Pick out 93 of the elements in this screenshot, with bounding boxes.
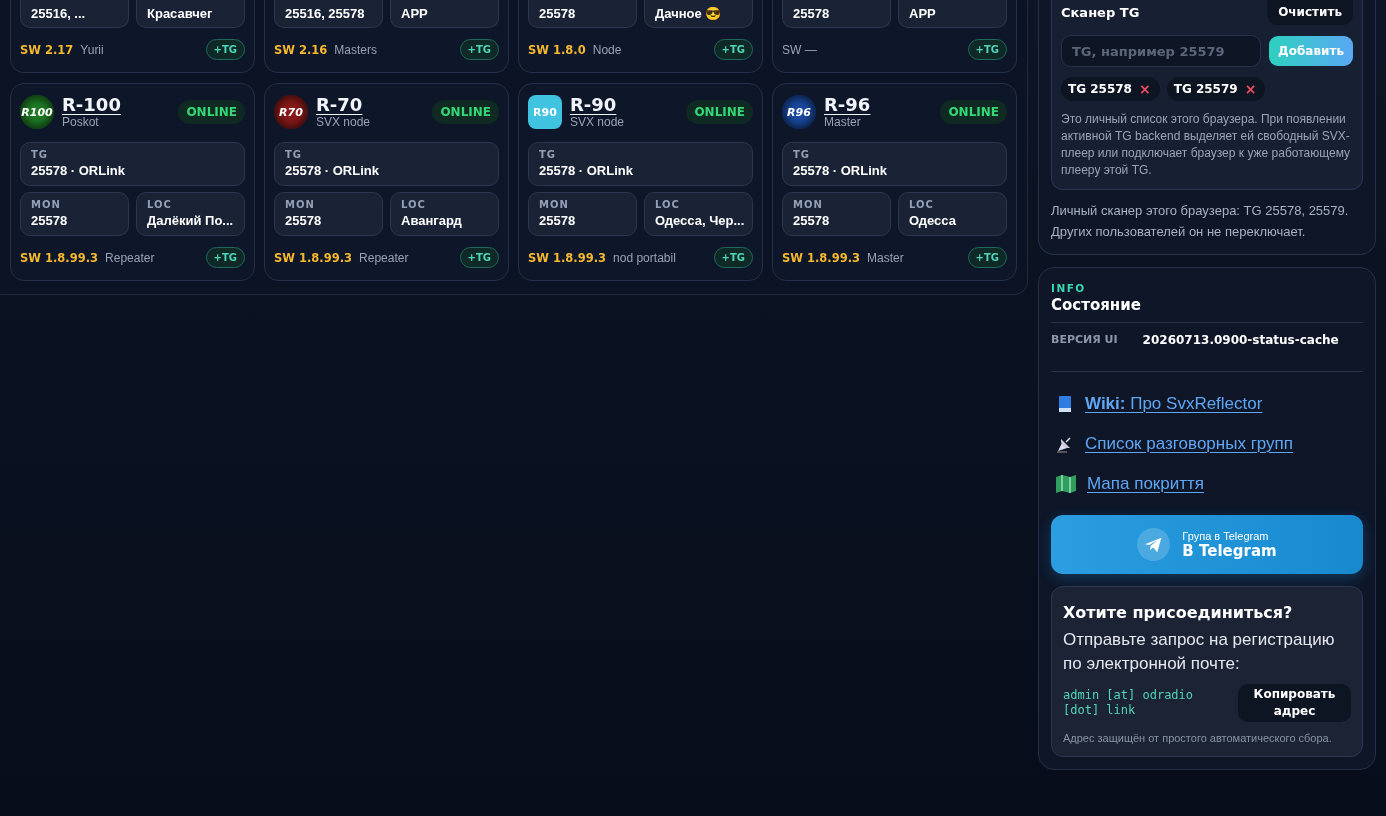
chip-label: TG 25578 [1068,82,1132,96]
add-tg-button[interactable]: +TG [459,39,499,60]
status-badge: ONLINE [940,100,1007,124]
station-logo: R90 [528,95,562,129]
cell-label: LOC [909,199,935,210]
clear-button[interactable]: Очистить [1267,0,1353,25]
station-role: Repeater [105,250,156,265]
cell-value: 25578 [285,213,323,228]
status-badge: ONLINE [686,100,753,124]
cell-value: 25578 [793,6,831,21]
status-badge: ONLINE [432,100,499,124]
software-version: SW — [782,42,817,57]
cell-value: Авангард [401,213,463,228]
cell-value: APP [909,6,937,21]
scanner-title: Сканер TG [1061,5,1140,20]
cell-value: Одесса [909,213,957,228]
add-tg-button[interactable]: +TG [205,247,245,268]
cell-value: 25578 [31,213,69,228]
tg-input-field[interactable]: TG, например 25579 [1061,35,1262,67]
add-tg-button[interactable]: +TG [713,39,753,60]
cell-label: LOC [401,199,427,210]
cell-label: TG [31,149,50,160]
version-value: 20260713.0900-status-cache [1142,333,1339,347]
cell-value: Далёкий По... [147,213,234,228]
station-name-link[interactable]: R-96 [824,95,871,115]
scanner-summary: Личный сканер этого браузера: TG 25578, 25579. Других пользователей он не переключает. [1051,202,1350,241]
resource-link[interactable]: Мапа покриття [1087,474,1205,494]
cell-value: Одесса, Чер... [655,213,742,228]
add-tg-button[interactable]: +TG [205,39,245,60]
station-name-link[interactable]: R-70 [316,95,363,115]
section-eyebrow: INFO [1051,282,1087,294]
station-role: Node [592,42,623,57]
cell-label: MON [539,199,570,210]
cell-label: MON [793,199,824,210]
join-note: Адрес защищён от простого автоматического сбора. [1063,731,1333,746]
join-title: Хотите присоединиться? [1063,603,1294,622]
cell-label: MON [31,199,62,210]
software-version: SW 1.8.99.3 [528,250,607,265]
resource-link[interactable]: Wiki: Про SvxReflector [1085,394,1263,414]
remove-button[interactable]: × [1138,83,1151,95]
software-version: SW 2.17 [20,42,74,57]
software-version: SW 1.8.99.3 [274,250,353,265]
cell-label: MON [285,199,316,210]
map-icon [1055,474,1077,494]
add-tg-button[interactable]: +TG [967,247,1007,268]
station-logo: R70 [274,95,308,129]
station-subtitle: Master [824,115,862,129]
station-role: Yurii [80,42,105,57]
resource-link[interactable]: Список разговорных групп [1085,434,1294,454]
add-tg-button[interactable]: +TG [459,247,499,268]
cell-value: 25578 [539,6,577,21]
email-address: admin [at] odradio [dot] link [1063,688,1195,718]
station-subtitle: SVX node [316,115,372,129]
software-version: SW 1.8.0 [528,42,586,57]
remove-button[interactable]: × [1244,83,1257,95]
station-role: Masters [334,42,379,57]
add-tg-button[interactable]: +TG [967,39,1007,60]
cell-value: 25578 [539,213,577,228]
station-role: Master [867,250,905,265]
section-title: Состояние [1051,296,1363,323]
chip-label: TG 25579 [1173,82,1238,96]
station-logo: R96 [782,95,816,129]
cell-label: TG [793,149,812,160]
cell-value: 25516, ... [31,6,87,21]
cell-value: 25578 · ORLink [539,163,634,178]
cell-value: Дачное 😎 [655,6,723,21]
cell-value: Красавчег [147,6,214,21]
version-label: ВЕРСИЯ UI [1051,333,1118,347]
cell-value: 25578 · ORLink [285,163,380,178]
station-role: Repeater [359,250,410,265]
cell-label: TG [285,149,304,160]
station-logo: R100 [20,95,54,129]
software-version: SW 1.8.99.3 [20,250,99,265]
station-role: nod portabil [613,250,677,265]
cell-value: 25578 · ORLink [31,163,126,178]
cell-value: 25578 · ORLink [793,163,888,178]
cell-label: LOC [147,199,173,210]
cell-value: APP [401,6,429,21]
station-name-link[interactable]: R-90 [570,95,617,115]
cell-value: 25516, 25578 [285,6,366,21]
software-version: SW 2.16 [274,42,328,57]
status-badge: ONLINE [178,100,245,124]
cell-label: LOC [655,199,681,210]
software-version: SW 1.8.99.3 [782,250,861,265]
cell-label: TG [539,149,558,160]
cell-value: 25578 [793,213,831,228]
station-name-link[interactable]: R-100 [62,95,121,115]
add-tg-button[interactable]: +TG [713,247,753,268]
scanner-note: Это личный список этого браузера. При появлении активной TG backend выделяет ей свободный SVX-плеер или подключает браузер к уже работающему плееру этой TG. [1061,111,1351,179]
join-text: Отправьте запрос на регистрацию по электронной почте: [1063,629,1336,675]
station-subtitle: SVX node [570,115,626,129]
station-subtitle: Poskot [62,115,100,129]
copy-address-button[interactable]: Копировать адрес [1238,684,1351,722]
